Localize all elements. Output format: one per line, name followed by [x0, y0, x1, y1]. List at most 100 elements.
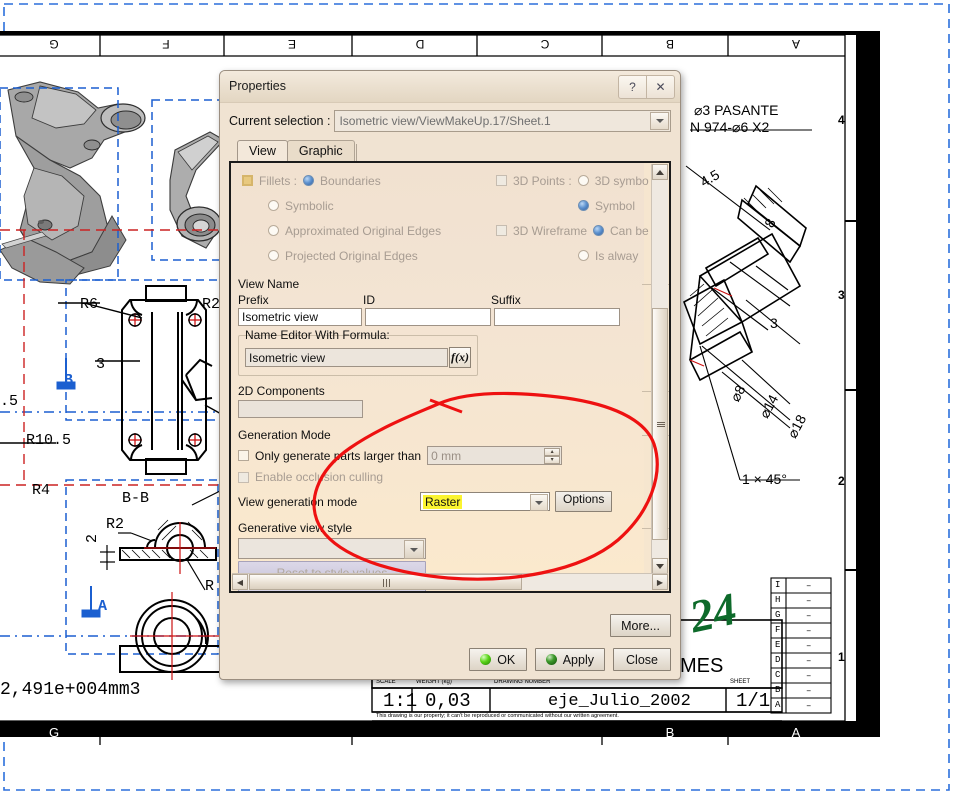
spinner-up-icon[interactable]: ▴ — [544, 448, 561, 456]
current-selection-combo[interactable]: Isometric view/ViewMakeUp.17/Sheet.1 — [334, 110, 671, 132]
only-generate-label: Only generate parts larger than — [255, 448, 422, 463]
prefix-input[interactable]: Isometric view — [238, 308, 362, 326]
2d-components-label: 2D Components — [238, 384, 669, 398]
horizontal-scroll-thumb[interactable] — [249, 574, 522, 590]
formula-input[interactable]: Isometric view — [245, 348, 448, 367]
tab-graphic[interactable]: Graphic — [286, 140, 355, 161]
2d-components-input[interactable] — [238, 400, 363, 418]
3d-symbol-label: 3D symbo — [594, 173, 649, 188]
is-always-radio[interactable] — [578, 250, 589, 261]
volume-readout: 2,491e+004mm3 — [0, 680, 141, 700]
revision-letter-d: D — [775, 655, 781, 665]
panel-vertical-scrollbar[interactable] — [651, 164, 668, 574]
titleblock-sheet-value: 1/1 — [736, 690, 771, 712]
approximated-edges-radio[interactable] — [268, 225, 279, 236]
ok-button-label: OK — [497, 652, 516, 667]
projected-edges-radio[interactable] — [268, 250, 279, 261]
ok-button[interactable]: OK — [468, 648, 527, 671]
min-size-input[interactable]: 0 mm ▴ ▾ — [427, 446, 563, 465]
boundaries-radio[interactable] — [303, 175, 315, 186]
can-be-radio[interactable] — [593, 225, 605, 236]
name-editor-formula-group: Name Editor With Formula: Isometric view… — [238, 328, 478, 376]
panel-horizontal-scrollbar[interactable]: ◀ ▶ — [232, 573, 668, 590]
revision-letter-e: E — [775, 640, 781, 650]
column-letter-top-e: E — [288, 37, 297, 51]
row-number-1: 1 — [838, 650, 845, 664]
column-letter-bottom-b: B — [665, 725, 675, 740]
3d-points-checkbox[interactable] — [496, 175, 507, 186]
symbol-row: Symbol — [496, 193, 656, 218]
symbolic-radio[interactable] — [268, 200, 279, 211]
3d-wireframe-row: 3D Wireframe Can be — [496, 218, 656, 243]
revision-letter-b: B — [775, 685, 781, 695]
scroll-up-icon[interactable] — [652, 164, 668, 180]
chevron-down-icon[interactable] — [530, 494, 548, 511]
cad-annotation-5: B-B — [122, 490, 150, 507]
revision-value-c: – — [806, 671, 812, 681]
generative-style-combo[interactable] — [238, 538, 426, 559]
tab-divider — [355, 144, 362, 161]
suffix-input[interactable] — [494, 308, 620, 326]
vertical-scroll-thumb[interactable] — [652, 308, 668, 540]
dialog-tabs: View Graphic — [237, 139, 671, 161]
is-always-label: Is alway — [595, 248, 639, 263]
scroll-left-icon[interactable]: ◀ — [232, 574, 248, 590]
column-letter-top-c: C — [540, 37, 550, 51]
scroll-grip-icon — [657, 422, 665, 428]
spinner-buttons[interactable]: ▴ ▾ — [544, 448, 561, 464]
revision-value-e: – — [806, 641, 812, 651]
close-icon[interactable]: ✕ — [647, 75, 675, 99]
dialog-title: Properties — [229, 79, 286, 93]
view-generation-mode-value: Raster — [423, 494, 463, 509]
fillets-and-points-options: Fillets : Boundaries Symbolic Approximat… — [238, 168, 649, 268]
titleblock-weight-value: 0,03 — [425, 690, 471, 712]
only-generate-checkbox[interactable] — [238, 450, 249, 461]
revision-value-i: – — [806, 581, 812, 591]
titleblock-scale-value: 1:1 — [383, 690, 418, 712]
column-letter-top-a: A — [792, 37, 801, 51]
fillets-row: Fillets : Boundaries — [242, 168, 478, 193]
view-generation-mode-combo[interactable]: Raster — [420, 492, 550, 511]
cad-annotation-right-8: 1 × 45° — [742, 471, 787, 487]
chevron-down-icon[interactable] — [404, 540, 424, 559]
can-be-label: Can be — [610, 223, 649, 238]
3d-wireframe-checkbox[interactable] — [496, 225, 507, 236]
fillets-checkbox[interactable] — [242, 175, 253, 186]
dialog-titlebar[interactable]: Properties ? ✕ — [220, 71, 680, 103]
cad-annotation-right-0: ⌀3 PASANTE — [694, 102, 779, 118]
symbol-radio[interactable] — [578, 200, 589, 211]
apply-button[interactable]: Apply — [534, 648, 605, 671]
cad-annotation-0: R6 — [80, 296, 99, 313]
3d-points-label: 3D Points : — [513, 173, 572, 188]
view-generation-mode-row: View generation mode Raster Options — [238, 491, 637, 512]
row-number-4: 4 — [838, 113, 845, 127]
spinner-down-icon[interactable]: ▾ — [544, 456, 561, 464]
formula-fx-button[interactable]: f(x) — [449, 347, 471, 368]
id-input[interactable] — [365, 308, 491, 326]
options-button[interactable]: Options — [555, 491, 613, 512]
help-icon[interactable]: ? — [618, 75, 647, 99]
dialog-close-button[interactable]: Close — [613, 648, 671, 671]
3d-symbol-radio[interactable] — [577, 175, 589, 186]
cad-annotation-10: R — [205, 578, 215, 595]
ok-led-icon — [480, 654, 492, 665]
titleblock-drawingnumber-value: eje_Julio_2002 — [548, 692, 691, 711]
id-header: ID — [363, 293, 375, 307]
cad-annotation-right-4: 3 — [770, 315, 778, 331]
scroll-right-icon[interactable]: ▶ — [652, 574, 668, 590]
more-button[interactable]: More... — [610, 614, 671, 637]
scroll-down-icon[interactable] — [652, 558, 668, 574]
revision-letter-g: G — [775, 610, 781, 620]
current-selection-value: Isometric view/ViewMakeUp.17/Sheet.1 — [339, 114, 551, 128]
generation-mode-label: Generation Mode — [238, 428, 669, 442]
tab-view[interactable]: View — [237, 140, 288, 161]
scroll-grip-icon — [383, 579, 392, 587]
column-letter-top-g: G — [49, 37, 59, 51]
properties-dialog[interactable]: Properties ? ✕ Current selection : Isome… — [219, 70, 681, 680]
current-selection-row: Current selection : Isometric view/ViewM… — [229, 110, 671, 132]
occlusion-culling-checkbox[interactable] — [238, 471, 249, 483]
app-root: GFEDCBA GBA 4321 R6 3 R10.5.5 R4 B-B R2 2 B A R R2… — [0, 0, 953, 800]
column-letter-top-f: F — [162, 37, 170, 51]
chevron-down-icon[interactable] — [650, 112, 669, 130]
view-name-headers: Prefix ID Suffix — [238, 293, 637, 307]
